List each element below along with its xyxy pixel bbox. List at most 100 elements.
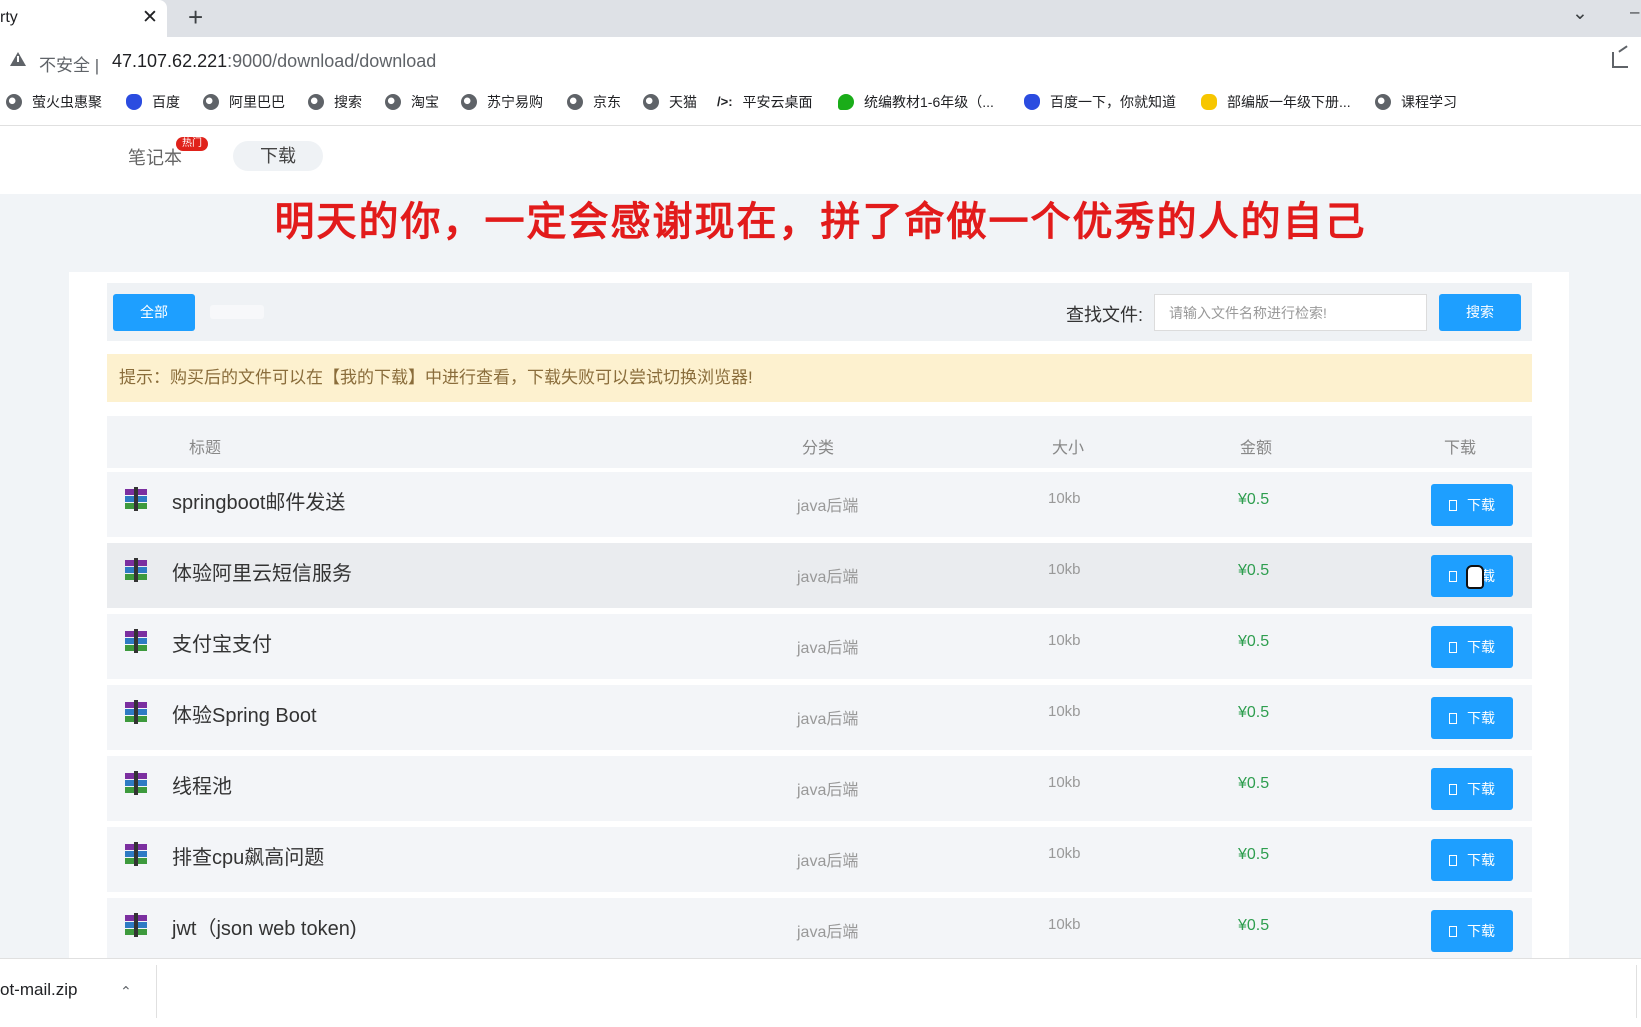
header-title: 标题 — [189, 440, 222, 457]
bookmark-item[interactable]: 百度一下，你就知道 — [1024, 92, 1176, 112]
archive-file-icon — [125, 771, 147, 795]
file-size: 10kb — [1048, 774, 1081, 791]
bookmark-label: 课程学习 — [1401, 94, 1457, 110]
bookmark-item[interactable]: />: 平安云桌面 — [717, 92, 813, 112]
share-icon[interactable] — [1612, 52, 1628, 68]
download-icon — [1449, 642, 1457, 653]
archive-file-icon — [125, 558, 147, 582]
new-tab-icon[interactable]: + — [188, 2, 203, 33]
download-button-label: 下载 — [1467, 639, 1495, 655]
url-text[interactable]: 47.107.62.221:9000/download/download — [112, 51, 436, 72]
download-button-label: 下载 — [1467, 923, 1495, 939]
motto-banner: 明天的你，一定会感谢现在，拼了命做一个优秀的人的自己 — [274, 198, 1367, 245]
bookmark-item[interactable]: 阿里巴巴 — [203, 92, 285, 112]
download-button-label: 下载 — [1467, 497, 1495, 513]
file-size: 10kb — [1048, 916, 1081, 933]
download-button-label: 下载 — [1467, 710, 1495, 726]
download-icon — [1449, 500, 1457, 511]
chevron-up-icon[interactable]: ⌄ — [120, 982, 132, 999]
file-category: java后端 — [797, 640, 859, 657]
tab-search-chevron-icon[interactable]: ⌄ — [1572, 2, 1588, 25]
bookmark-item[interactable]: 统编教材1-6年级（... — [838, 92, 994, 112]
download-shelf — [0, 958, 1641, 1027]
archive-strap — [134, 558, 138, 582]
bookmark-label: 苏宁易购 — [487, 94, 543, 110]
file-title[interactable]: jwt（json web token) — [172, 912, 357, 941]
archive-file-icon — [125, 629, 147, 653]
file-title[interactable]: springboot邮件发送 — [172, 486, 345, 515]
tip-banner: 提示：购买后的文件可以在【我的下载】中进行查看，下载失败可以尝试切换浏览器! — [107, 354, 1532, 402]
mouse-cursor — [1466, 565, 1484, 589]
bookmark-label: 百度 — [152, 94, 180, 110]
bookmark-label: 萤火虫惠聚 — [32, 94, 102, 110]
globe-icon — [385, 94, 401, 110]
header-category: 分类 — [802, 440, 835, 457]
file-price: ¥0.5 — [1238, 491, 1270, 508]
shelf-divider-right — [1636, 965, 1637, 1018]
download-button[interactable]: 下载 — [1431, 768, 1513, 810]
bookmark-item[interactable]: 百度 — [126, 92, 180, 112]
archive-strap — [134, 771, 138, 795]
pingan-icon: />: — [717, 94, 733, 109]
file-title[interactable]: 排查cpu飙高问题 — [172, 841, 324, 870]
file-title[interactable]: 线程池 — [172, 770, 232, 799]
header-size: 大小 — [1052, 440, 1085, 457]
bookmark-item[interactable]: 课程学习 — [1375, 92, 1457, 112]
archive-file-icon — [125, 913, 147, 937]
file-size: 10kb — [1048, 845, 1081, 862]
bookmark-item[interactable]: 淘宝 — [385, 92, 439, 112]
bookmark-item[interactable]: 苏宁易购 — [461, 92, 543, 112]
category-filter-placeholder[interactable] — [210, 305, 264, 319]
insecure-label[interactable]: 不安全 | — [39, 51, 99, 76]
tab-close-icon[interactable]: ✕ — [142, 6, 158, 29]
table-row: 线程池 java后端 10kb ¥0.5 下载 — [107, 756, 1532, 821]
file-title[interactable]: 支付宝支付 — [172, 628, 272, 657]
bookmark-label: 搜索 — [334, 94, 362, 110]
warning-icon[interactable] — [10, 52, 26, 66]
downloaded-file-name[interactable]: ot-mail.zip — [0, 980, 77, 1000]
globe-icon — [1375, 94, 1391, 110]
bookmark-item[interactable]: 京东 — [567, 92, 621, 112]
download-button[interactable]: 下载 — [1431, 839, 1513, 881]
nav-notebook[interactable]: 笔记本 — [128, 144, 182, 170]
file-price: ¥0.5 — [1238, 917, 1270, 934]
archive-strap — [134, 913, 138, 937]
search-input[interactable] — [1154, 294, 1427, 331]
nav-download[interactable]: 下载 — [233, 141, 323, 171]
all-filter-button[interactable]: 全部 — [113, 294, 195, 331]
file-price: ¥0.5 — [1238, 562, 1270, 579]
table-row: jwt（json web token) java后端 10kb ¥0.5 下载 — [107, 898, 1532, 963]
download-button[interactable]: 下载 — [1431, 910, 1513, 952]
bookmark-item[interactable]: 萤火虫惠聚 — [6, 92, 102, 112]
file-category: java后端 — [797, 569, 859, 586]
globe-icon — [203, 94, 219, 110]
tab-title: rty — [0, 9, 18, 26]
bee-icon — [1201, 94, 1217, 110]
bookmark-label: 统编教材1-6年级（... — [864, 94, 994, 110]
globe-icon — [6, 94, 22, 110]
bookmark-item[interactable]: 搜索 — [308, 92, 362, 112]
file-title[interactable]: 体验Spring Boot — [172, 699, 317, 728]
download-button-label: 下载 — [1467, 852, 1495, 868]
download-icon — [1449, 784, 1457, 795]
bookmark-label: 阿里巴巴 — [229, 94, 285, 110]
file-price: ¥0.5 — [1238, 846, 1270, 863]
browser-tab[interactable]: rty ✕ — [0, 0, 167, 37]
file-title[interactable]: 体验阿里云短信服务 — [172, 557, 352, 586]
download-icon — [1449, 855, 1457, 866]
archive-strap — [134, 842, 138, 866]
file-price: ¥0.5 — [1238, 775, 1270, 792]
table-row: 支付宝支付 java后端 10kb ¥0.5 下载 — [107, 614, 1532, 679]
bookmark-item[interactable]: 天猫 — [643, 92, 697, 112]
download-button[interactable]: 下载 — [1431, 484, 1513, 526]
download-button[interactable]: 下载 — [1431, 626, 1513, 668]
search-button[interactable]: 搜索 — [1439, 294, 1521, 331]
bookmark-item[interactable]: 部编版一年级下册... — [1201, 92, 1351, 112]
bookmark-label: 天猫 — [669, 94, 697, 110]
baidu-icon — [126, 94, 142, 110]
bookmark-label: 京东 — [593, 94, 621, 110]
download-button[interactable]: 下载 — [1431, 697, 1513, 739]
url-host: 47.107.62.221 — [112, 51, 228, 71]
baidu-icon — [1024, 94, 1040, 110]
minimize-icon[interactable]: – — [1630, 2, 1639, 22]
